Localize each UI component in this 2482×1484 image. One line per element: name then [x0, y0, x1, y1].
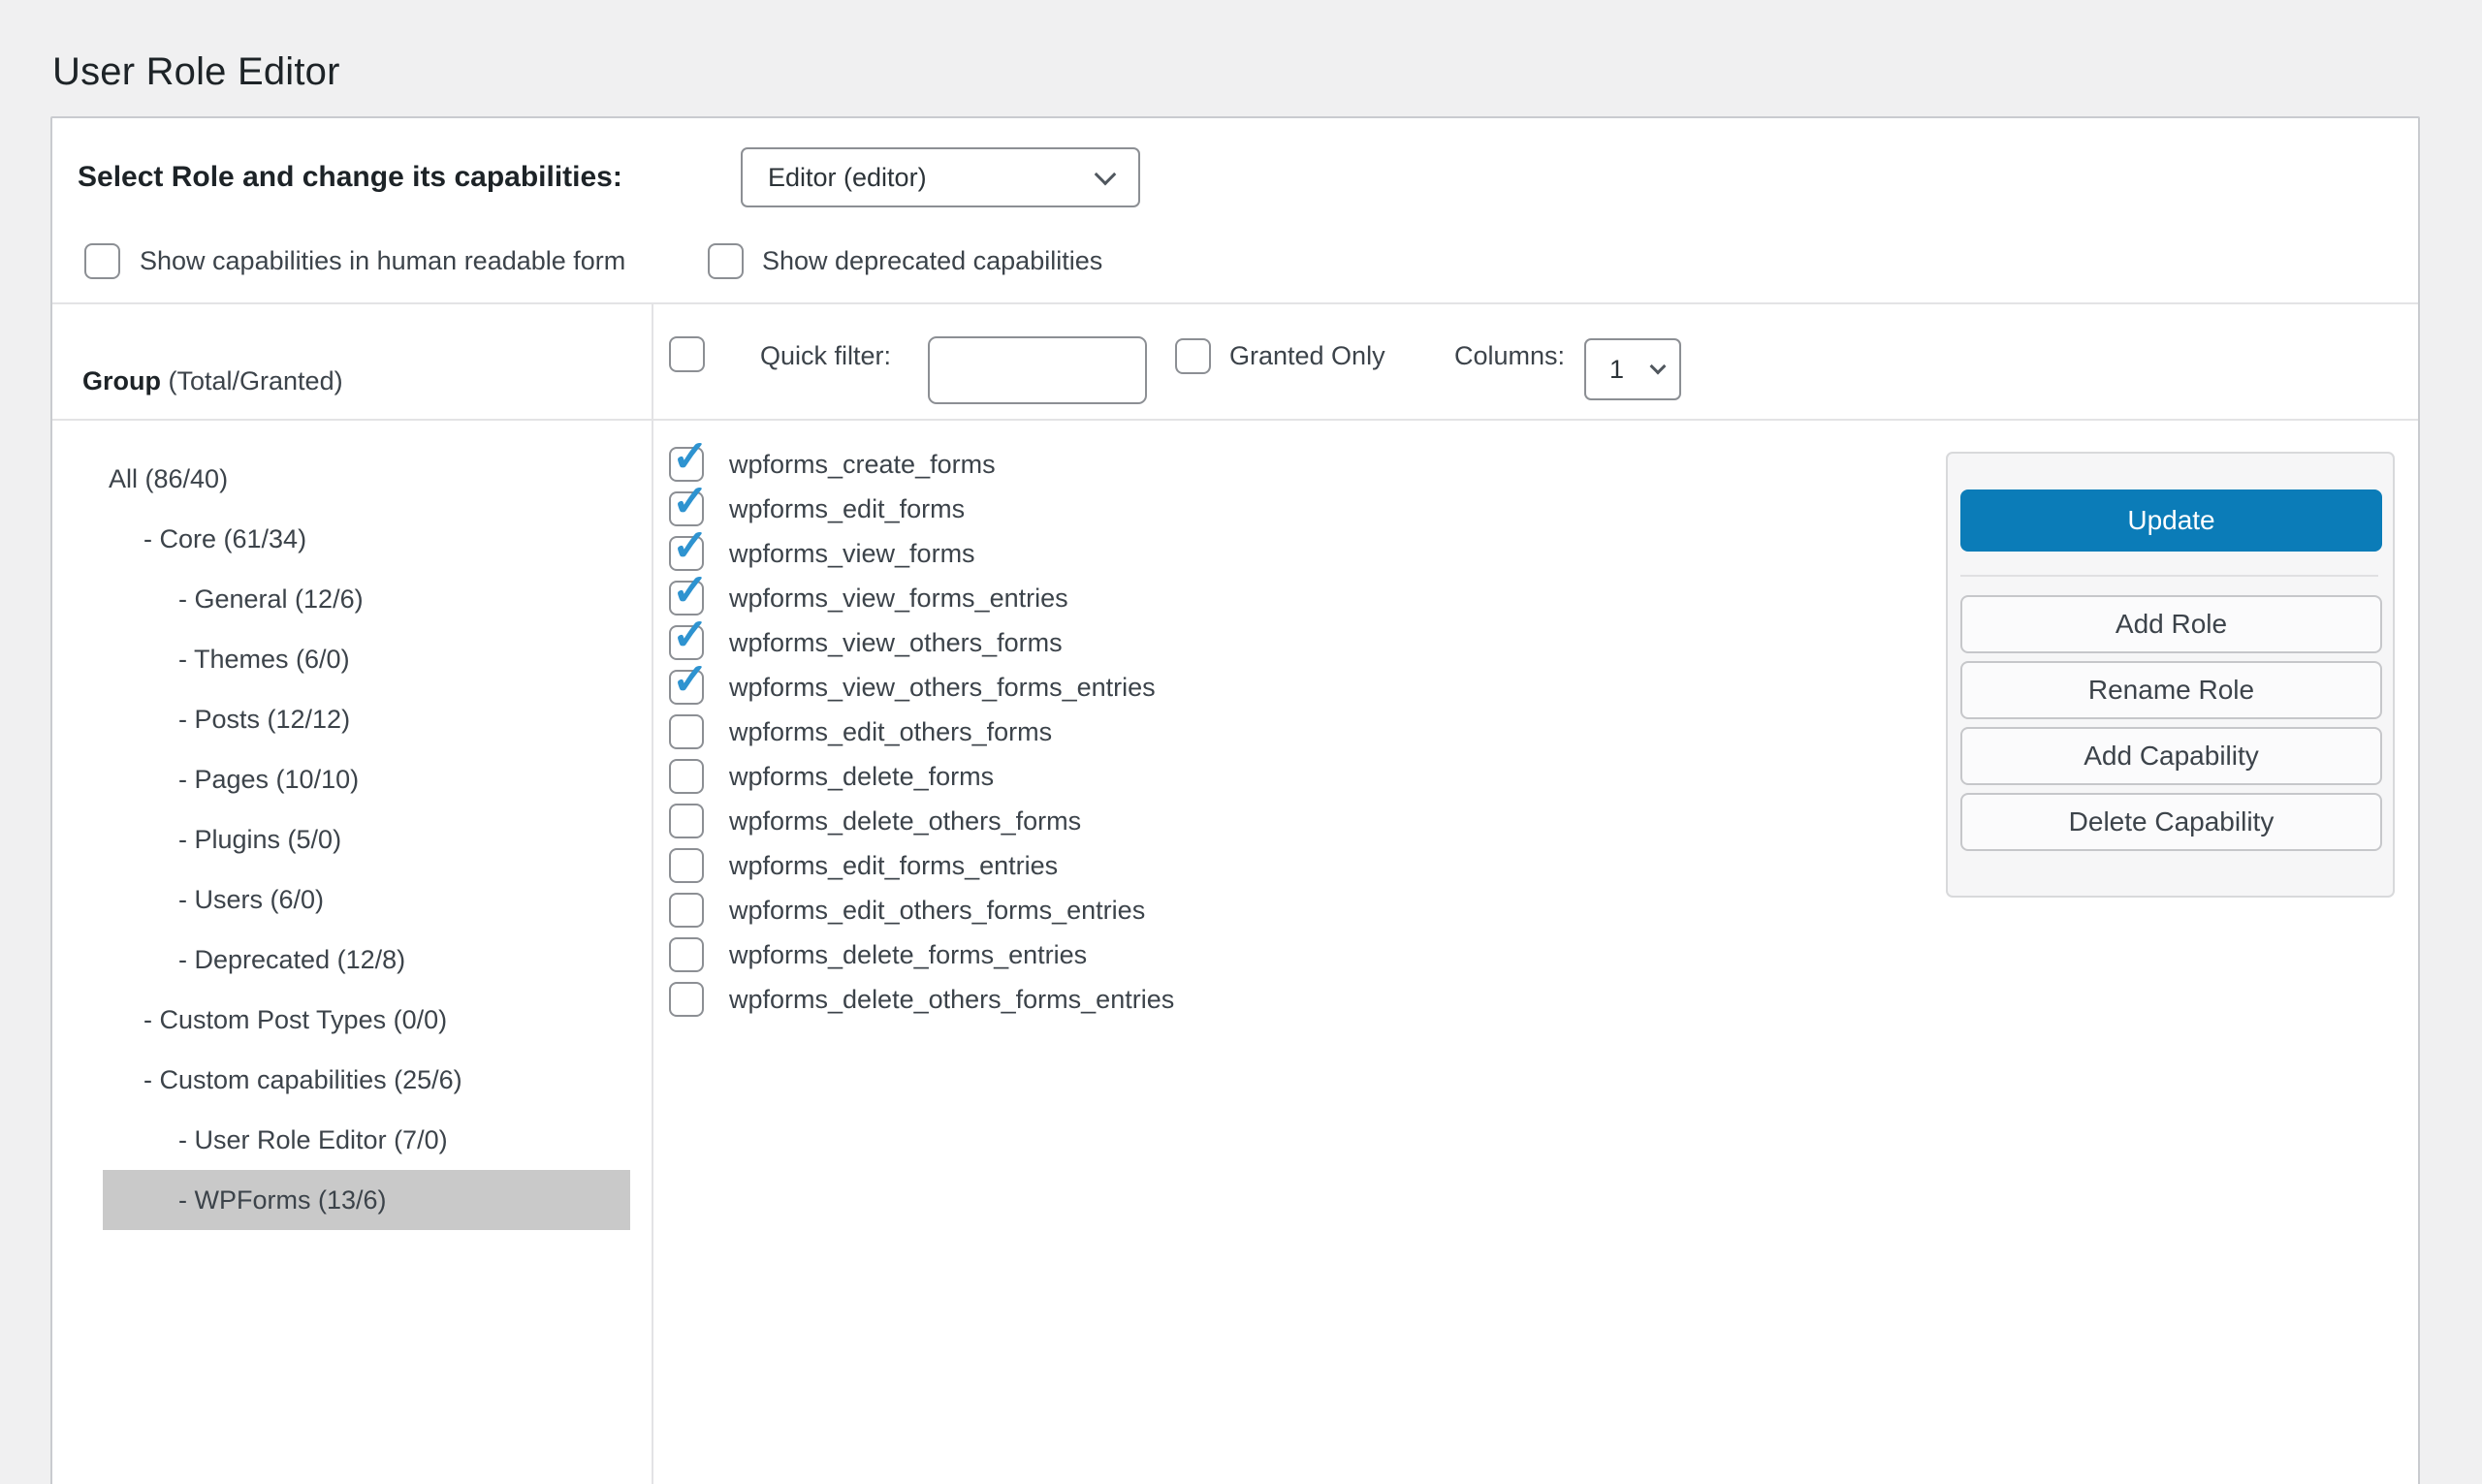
capability-row: wpforms_edit_forms	[669, 487, 1174, 531]
capability-label: wpforms_view_forms_entries	[729, 584, 1068, 614]
add-role-button[interactable]: Add Role	[1960, 595, 2382, 653]
group-header: Group (Total/Granted)	[82, 361, 343, 401]
capability-label: wpforms_create_forms	[729, 450, 996, 480]
granted-only-label: Granted Only	[1229, 338, 1385, 374]
capability-checkbox[interactable]	[669, 804, 704, 838]
capability-label: wpforms_delete_forms	[729, 762, 994, 792]
group-header-bold: Group	[82, 366, 161, 395]
capability-row: wpforms_view_forms_entries	[669, 576, 1174, 620]
group-item[interactable]: - WPForms (13/6)	[52, 1170, 651, 1230]
capability-checkbox[interactable]	[669, 670, 704, 705]
select-role-label: Select Role and change its capabilities:	[78, 147, 622, 207]
divider	[1960, 575, 2378, 577]
capability-row: wpforms_delete_others_forms_entries	[669, 977, 1174, 1022]
actions-panel: Update Add Role Rename Role Add Capabili…	[1946, 452, 2395, 898]
columns-label: Columns:	[1454, 338, 1565, 374]
group-item-label: - Themes (6/0)	[178, 645, 350, 675]
quick-filter-label: Quick filter:	[760, 338, 891, 374]
update-button[interactable]: Update	[1960, 489, 2382, 552]
deprecated-label: Show deprecated capabilities	[762, 243, 1102, 279]
group-item[interactable]: All (86/40)	[52, 449, 651, 509]
vertical-divider	[652, 302, 653, 1484]
group-item[interactable]: - Users (6/0)	[52, 869, 651, 930]
capability-label: wpforms_view_others_forms	[729, 628, 1063, 658]
group-item-label: - Users (6/0)	[178, 885, 324, 915]
capability-row: wpforms_create_forms	[669, 442, 1174, 487]
chevron-down-icon	[1095, 163, 1117, 185]
capability-row: wpforms_edit_others_forms_entries	[669, 888, 1174, 932]
group-item-label: All (86/40)	[109, 464, 228, 494]
capability-label: wpforms_delete_others_forms	[729, 806, 1081, 837]
group-item-label: - General (12/6)	[178, 584, 364, 615]
group-item[interactable]: - Plugins (5/0)	[52, 809, 651, 869]
divider	[52, 419, 2418, 421]
role-select[interactable]: Editor (editor)	[741, 147, 1140, 207]
rename-role-button[interactable]: Rename Role	[1960, 661, 2382, 719]
capability-checkbox[interactable]	[669, 714, 704, 749]
quick-filter-input[interactable]	[928, 336, 1147, 404]
capability-label: wpforms_view_others_forms_entries	[729, 673, 1156, 703]
group-item-label: - Custom capabilities (25/6)	[143, 1065, 462, 1095]
group-item[interactable]: - Themes (6/0)	[52, 629, 651, 689]
capability-label: wpforms_delete_others_forms_entries	[729, 985, 1174, 1015]
capability-list: wpforms_create_forms wpforms_edit_formswp…	[669, 442, 1174, 1022]
granted-only-checkbox[interactable]	[1175, 338, 1211, 374]
capability-row: wpforms_edit_others_forms	[669, 710, 1174, 754]
group-item-label: - Plugins (5/0)	[178, 825, 341, 855]
group-item-label: - Pages (10/10)	[178, 765, 359, 795]
capability-row: wpforms_edit_forms_entries	[669, 843, 1174, 888]
group-item[interactable]: - Pages (10/10)	[52, 749, 651, 809]
capability-label: wpforms_delete_forms_entries	[729, 940, 1087, 970]
group-item[interactable]: - User Role Editor (7/0)	[52, 1110, 651, 1170]
group-list: All (86/40) - Core (61/34) - General (12/6…	[52, 449, 651, 1230]
divider	[52, 302, 2418, 304]
group-item-label: - Core (61/34)	[143, 524, 306, 554]
capability-row: wpforms_view_forms	[669, 531, 1174, 576]
capability-label: wpforms_view_forms	[729, 539, 975, 569]
capability-checkbox[interactable]	[669, 893, 704, 928]
capability-row: wpforms_view_others_forms_entries	[669, 665, 1174, 710]
capability-label: wpforms_edit_others_forms	[729, 717, 1052, 747]
capability-row: wpforms_delete_forms	[669, 754, 1174, 799]
group-item[interactable]: - Custom capabilities (25/6)	[52, 1050, 651, 1110]
group-item-label: - Posts (12/12)	[178, 705, 350, 735]
capability-label: wpforms_edit_forms	[729, 494, 965, 524]
capability-checkbox[interactable]	[669, 848, 704, 883]
capability-row: wpforms_delete_forms_entries	[669, 932, 1174, 977]
page-title: User Role Editor	[52, 50, 340, 94]
group-header-rest: (Total/Granted)	[161, 366, 343, 395]
columns-select[interactable]: 1	[1584, 338, 1681, 400]
human-readable-label: Show capabilities in human readable form	[140, 243, 625, 279]
capability-checkbox[interactable]	[669, 982, 704, 1017]
role-select-value: Editor (editor)	[768, 163, 927, 193]
quick-filter-checkbox[interactable]	[669, 336, 705, 372]
group-item-label: - Custom Post Types (0/0)	[143, 1005, 447, 1035]
capability-label: wpforms_edit_others_forms_entries	[729, 896, 1145, 926]
chevron-down-icon	[1650, 358, 1667, 374]
capability-checkbox[interactable]	[669, 759, 704, 794]
group-item-label: - Deprecated (12/8)	[178, 945, 405, 975]
capability-row: wpforms_delete_others_forms	[669, 799, 1174, 843]
group-item[interactable]: - Custom Post Types (0/0)	[52, 990, 651, 1050]
group-item[interactable]: - Core (61/34)	[52, 509, 651, 569]
capability-checkbox[interactable]	[669, 937, 704, 972]
delete-capability-button[interactable]: Delete Capability	[1960, 793, 2382, 851]
group-item-label: - WPForms (13/6)	[178, 1185, 387, 1216]
capability-row: wpforms_view_others_forms	[669, 620, 1174, 665]
columns-select-value: 1	[1609, 355, 1624, 385]
group-item[interactable]: - Posts (12/12)	[52, 689, 651, 749]
user-role-editor-page: User Role Editor Select Role and change …	[0, 0, 2482, 1484]
main-panel: Select Role and change its capabilities:…	[50, 116, 2420, 1484]
group-item[interactable]: - General (12/6)	[52, 569, 651, 629]
group-item-label: - User Role Editor (7/0)	[178, 1125, 448, 1155]
group-item[interactable]: - Deprecated (12/8)	[52, 930, 651, 990]
human-readable-checkbox[interactable]	[84, 243, 120, 279]
deprecated-checkbox[interactable]	[708, 243, 744, 279]
add-capability-button[interactable]: Add Capability	[1960, 727, 2382, 785]
capability-label: wpforms_edit_forms_entries	[729, 851, 1058, 881]
